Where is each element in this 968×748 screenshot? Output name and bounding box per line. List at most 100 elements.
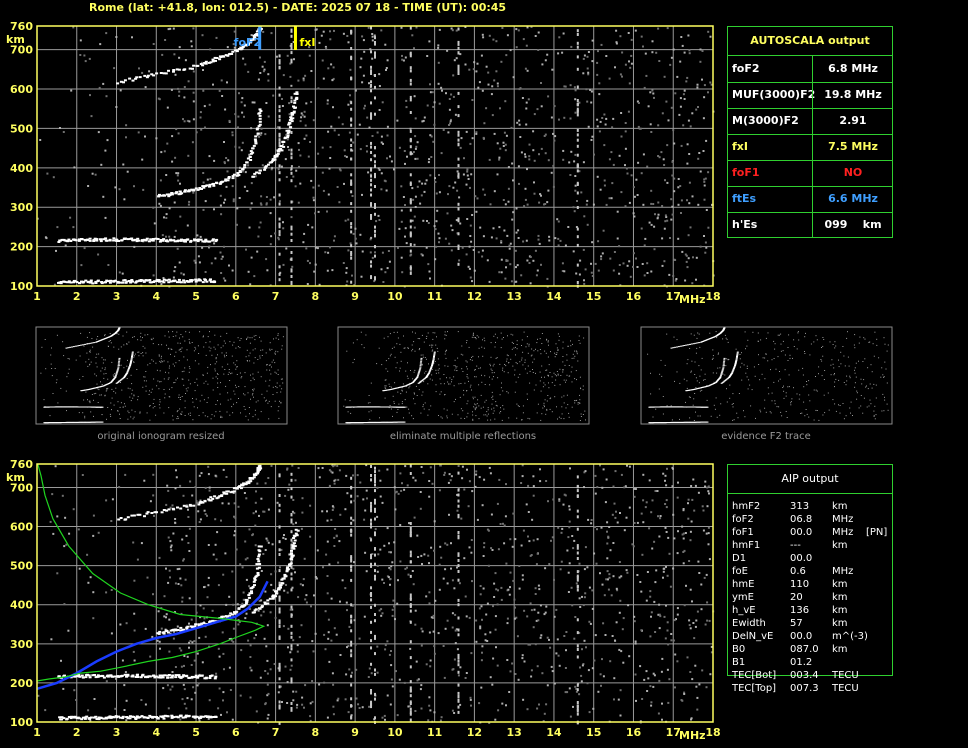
noise-dot — [619, 73, 622, 76]
noise-streak — [576, 688, 579, 692]
thumbnail-noise — [199, 400, 201, 402]
noise-dot — [697, 560, 700, 563]
noise-streak — [290, 239, 293, 242]
noise-streak — [350, 697, 353, 701]
noise-dot — [574, 98, 577, 101]
noise-dot — [662, 570, 665, 573]
noise-dot — [466, 218, 469, 220]
noise-dot — [533, 192, 536, 195]
noise-dot — [591, 135, 594, 138]
thumbnail-noise — [168, 367, 170, 369]
noise-streak — [370, 689, 373, 692]
noise-dot — [486, 259, 489, 262]
noise-dot — [332, 106, 334, 109]
noise-dot — [110, 589, 113, 591]
thumbnail-noise — [177, 410, 179, 411]
thumbnail-noise — [254, 339, 256, 341]
noise-streak — [457, 130, 460, 134]
noise-dot — [384, 648, 387, 651]
noise-dot — [366, 116, 369, 119]
trace-echo — [235, 610, 239, 613]
noise-dot — [517, 29, 520, 32]
noise-dot — [496, 85, 499, 88]
noise-streak — [374, 478, 376, 482]
noise-dot — [208, 155, 211, 158]
noise-dot — [349, 68, 352, 71]
trace-echo — [205, 280, 209, 283]
noise-streak — [409, 173, 412, 177]
noise-dot — [339, 600, 341, 603]
noise-dot — [555, 652, 558, 655]
thumbnail-noise — [180, 351, 182, 353]
thumbnail-noise — [249, 342, 251, 344]
noise-dot — [222, 652, 225, 655]
trace-echo — [152, 238, 155, 240]
noise-dot — [490, 547, 493, 550]
thumbnail-noise — [257, 400, 259, 402]
noise-dot — [324, 648, 327, 651]
noise-dot — [136, 558, 139, 561]
noise-dot — [507, 187, 510, 190]
noise-dot — [628, 82, 631, 85]
noise-dot — [414, 147, 417, 150]
noise-dot — [271, 166, 274, 169]
thumbnail-noise — [148, 394, 150, 395]
noise-dot — [493, 582, 496, 585]
noise-dot — [539, 604, 542, 607]
noise-dot — [661, 657, 664, 660]
noise-streak — [576, 707, 579, 711]
noise-dot — [629, 275, 632, 278]
thumbnail-noise — [192, 419, 194, 421]
noise-dot — [546, 53, 549, 56]
noise-dot — [173, 53, 176, 56]
trace-echo — [258, 114, 262, 117]
noise-dot — [709, 81, 712, 84]
thumbnail-noise — [245, 415, 247, 417]
thumbnail-noise — [188, 371, 190, 373]
noise-dot — [621, 51, 624, 54]
noise-dot — [448, 473, 451, 476]
noise-dot — [430, 156, 433, 158]
noise-dot — [618, 611, 621, 614]
thumbnail-noise — [145, 380, 147, 382]
thumbnail-noise — [89, 402, 91, 404]
noise-dot — [241, 97, 244, 100]
noise-dot — [314, 212, 316, 215]
thumbnail-noise — [281, 345, 283, 347]
noise-dot — [691, 498, 694, 501]
noise-dot — [525, 107, 528, 110]
thumbnail-noise — [133, 361, 135, 363]
trace-echo — [227, 176, 231, 178]
noise-dot — [450, 224, 453, 227]
noise-dot — [188, 622, 190, 625]
noise-dot — [695, 278, 697, 281]
noise-streak — [290, 577, 293, 581]
thumbnail-noise — [176, 331, 178, 333]
noise-dot — [384, 43, 387, 46]
noise-dot — [202, 181, 205, 184]
noise-dot — [202, 172, 205, 174]
noise-dot — [468, 480, 471, 483]
noise-dot — [239, 563, 242, 566]
noise-dot — [592, 203, 595, 206]
thumbnail-noise — [91, 338, 93, 339]
noise-dot — [232, 198, 235, 201]
noise-dot — [585, 203, 588, 206]
noise-dot — [683, 51, 686, 54]
noise-dot — [664, 220, 667, 223]
thumbnail-noise — [201, 394, 203, 396]
noise-dot — [165, 174, 168, 176]
noise-dot — [167, 28, 170, 31]
thumbnail-noise — [159, 360, 161, 362]
noise-dot — [259, 72, 262, 74]
thumbnail-noise — [130, 416, 132, 418]
noise-dot — [376, 564, 379, 567]
noise-dot — [386, 640, 389, 643]
noise-dot — [247, 164, 250, 167]
noise-dot — [504, 203, 507, 206]
noise-dot — [184, 578, 187, 581]
noise-dot — [378, 73, 381, 76]
thumbnail-noise — [230, 398, 232, 400]
noise-dot — [575, 272, 578, 275]
noise-dot — [586, 100, 589, 103]
